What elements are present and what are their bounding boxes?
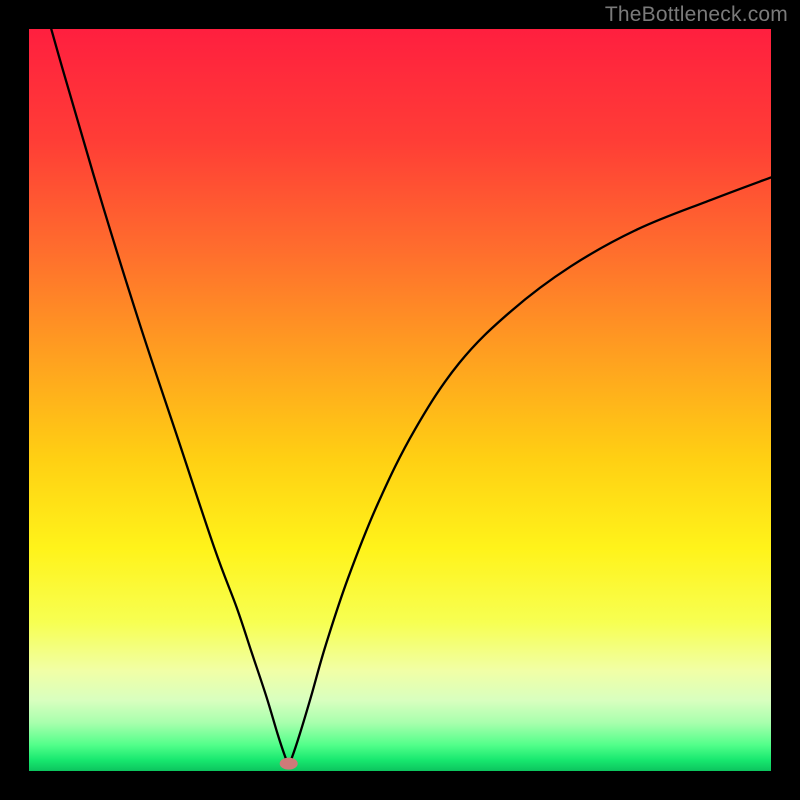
- optimum-marker: [280, 758, 298, 770]
- watermark-text: TheBottleneck.com: [605, 3, 788, 27]
- plot-area: [29, 29, 771, 771]
- chart-frame: TheBottleneck.com: [0, 0, 800, 800]
- chart-svg: [29, 29, 771, 771]
- gradient-background: [29, 29, 771, 771]
